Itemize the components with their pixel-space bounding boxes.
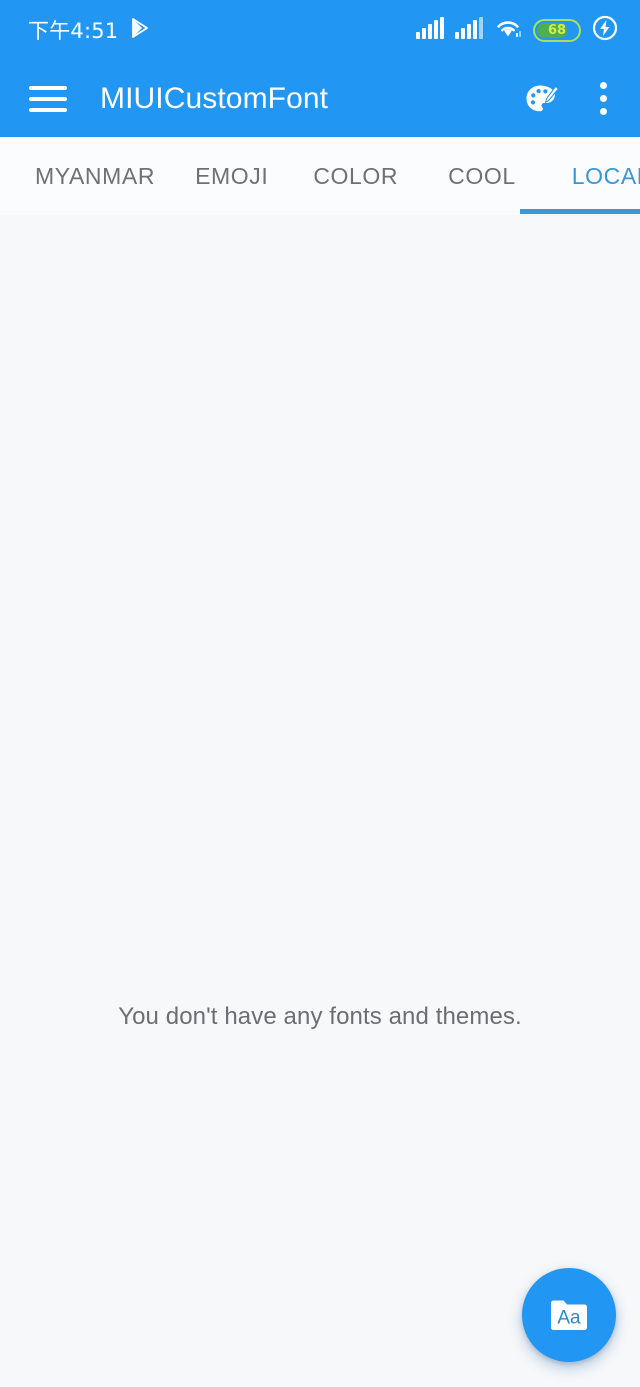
status-bar: 下午4:51 68 — [0, 0, 640, 60]
overflow-dot — [599, 108, 607, 115]
hamburger-line — [29, 107, 67, 112]
page-title: MIUICustomFont — [100, 81, 329, 115]
play-store-icon — [130, 17, 152, 44]
wifi-icon — [494, 17, 522, 44]
palette-icon[interactable] — [518, 75, 566, 123]
tab-myanmar[interactable]: MYANMAR — [33, 137, 157, 215]
add-font-fab[interactable]: Aa — [522, 1268, 616, 1362]
svg-text:Aa: Aa — [557, 1308, 581, 1329]
app-bar-actions — [518, 75, 620, 123]
tab-emoji[interactable]: EMOJI — [193, 137, 270, 215]
battery-level: 68 — [547, 22, 567, 38]
app-bar: MIUICustomFont — [0, 60, 640, 137]
hamburger-line — [29, 85, 67, 90]
overflow-dot — [599, 82, 607, 89]
more-vertical-icon[interactable] — [586, 75, 620, 123]
font-folder-icon: Aa — [551, 1300, 587, 1330]
empty-state-message: You don't have any fonts and themes. — [118, 1003, 522, 1030]
hamburger-line — [29, 96, 67, 101]
status-time: 下午4:51 — [28, 19, 119, 43]
tab-local[interactable]: LOCAL — [570, 137, 640, 215]
signal-bars-icon — [455, 16, 483, 44]
overflow-dot — [599, 95, 607, 102]
signal-bars-icon — [416, 16, 444, 44]
tab-color[interactable]: COLOR — [311, 137, 400, 215]
status-bar-left: 下午4:51 — [28, 15, 152, 45]
status-bar-right: 68 — [416, 15, 618, 46]
app-screen: 下午4:51 68 MIUICustomFont MYANMAR EMOJI C… — [0, 0, 640, 1387]
charging-bolt-icon — [592, 15, 618, 46]
hamburger-menu-icon[interactable] — [26, 77, 70, 121]
active-tab-indicator — [520, 209, 640, 214]
tab-cool[interactable]: COOL — [446, 137, 518, 215]
battery-indicator: 68 — [533, 18, 581, 42]
content-area: You don't have any fonts and themes. — [0, 215, 640, 1387]
tab-bar: MYANMAR EMOJI COLOR COOL LOCAL — [0, 137, 640, 215]
